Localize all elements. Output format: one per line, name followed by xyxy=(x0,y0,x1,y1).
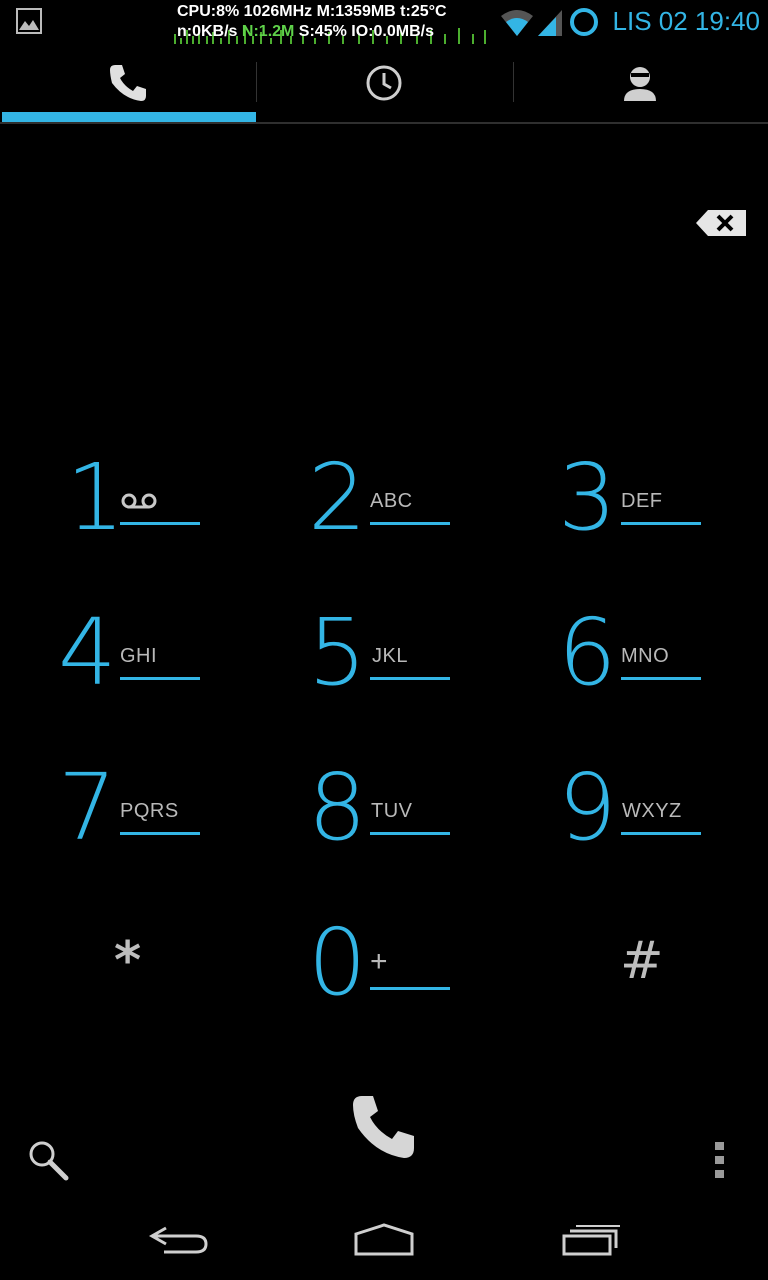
key-digit: 7 xyxy=(58,754,117,861)
phone-icon xyxy=(110,65,146,101)
navigation-bar xyxy=(0,1196,768,1280)
key-letters: PQRS xyxy=(120,800,179,822)
key-letters: JKL xyxy=(372,645,408,667)
key-digit: 6 xyxy=(558,599,617,706)
key-8[interactable]: 8 TUV xyxy=(256,762,512,917)
key-underline xyxy=(370,677,450,680)
key-underline xyxy=(621,832,701,835)
call-button[interactable] xyxy=(348,1090,422,1164)
key-5[interactable]: 5 JKL xyxy=(256,607,512,762)
sync-ring-icon xyxy=(570,8,598,36)
wifi-icon xyxy=(501,10,533,36)
system-stats: CPU:8% 1026MHz M:1359MB t:25°C n:0KB/s N… xyxy=(172,2,492,44)
key-9[interactable]: 9 WXYZ xyxy=(512,762,768,917)
key-letters: MNO xyxy=(621,645,670,667)
signal-icon xyxy=(538,10,562,36)
key-letters: + xyxy=(370,945,389,978)
key-underline xyxy=(370,832,450,835)
recent-apps-icon[interactable] xyxy=(560,1222,622,1258)
net-total: N:1.2M xyxy=(241,23,295,40)
person-icon xyxy=(624,67,656,101)
tab-call-log[interactable] xyxy=(256,44,512,122)
key-digit: 8 xyxy=(308,754,367,861)
key-digit: 9 xyxy=(558,754,617,861)
key-symbol: # xyxy=(620,931,664,991)
key-1[interactable]: 1 xyxy=(0,452,256,607)
key-digit: 3 xyxy=(558,444,617,551)
key-0[interactable]: 0 + xyxy=(256,917,512,1072)
key-underline xyxy=(621,522,701,525)
storage-io: S:45% IO:0.0MB/s xyxy=(294,23,434,40)
key-underline xyxy=(120,522,200,525)
key-letters: TUV xyxy=(371,800,413,822)
key-6[interactable]: 6 MNO xyxy=(512,607,768,762)
key-underline xyxy=(370,522,450,525)
net-speed: n:0KB/s xyxy=(177,23,242,40)
stats-line-1: CPU:8% 1026MHz M:1359MB t:25°C xyxy=(177,3,447,20)
search-icon[interactable] xyxy=(26,1138,70,1182)
key-digit: 4 xyxy=(58,599,117,706)
key-hash[interactable]: # xyxy=(512,917,768,1072)
key-star[interactable]: * xyxy=(0,917,256,1072)
key-digit: 0 xyxy=(308,909,367,1016)
back-icon[interactable] xyxy=(148,1222,210,1258)
key-underline xyxy=(120,832,200,835)
key-4[interactable]: 4 GHI xyxy=(0,607,256,762)
tab-bar xyxy=(0,44,768,124)
backspace-icon[interactable] xyxy=(696,208,748,238)
key-2[interactable]: 2 ABC xyxy=(256,452,512,607)
key-digit: 2 xyxy=(308,444,367,551)
key-digit: 1 xyxy=(66,444,125,551)
key-letters: ABC xyxy=(370,490,413,512)
key-underline xyxy=(120,677,200,680)
key-digit: 5 xyxy=(308,599,367,706)
key-underline xyxy=(621,677,701,680)
key-letters: DEF xyxy=(621,490,663,512)
key-underline xyxy=(370,987,450,990)
key-3[interactable]: 3 DEF xyxy=(512,452,768,607)
stats-line-2: n:0KB/s N:1.2M S:45% IO:0.0MB/s xyxy=(177,23,434,41)
key-letters: WXYZ xyxy=(622,800,682,822)
tab-dialer[interactable] xyxy=(0,44,256,122)
tab-contacts[interactable] xyxy=(512,44,768,122)
key-letters: GHI xyxy=(120,645,158,667)
status-clock: LIS 02 19:40 xyxy=(612,6,760,36)
key-7[interactable]: 7 PQRS xyxy=(0,762,256,917)
voicemail-icon xyxy=(121,493,157,509)
key-symbol: * xyxy=(114,931,142,991)
home-icon[interactable] xyxy=(352,1222,416,1258)
status-bar: CPU:8% 1026MHz M:1359MB t:25°C n:0KB/s N… xyxy=(0,0,768,44)
clock-icon xyxy=(366,65,402,101)
overflow-menu-icon[interactable] xyxy=(706,1138,734,1182)
image-icon xyxy=(16,8,42,34)
selected-tab-indicator xyxy=(2,112,256,122)
